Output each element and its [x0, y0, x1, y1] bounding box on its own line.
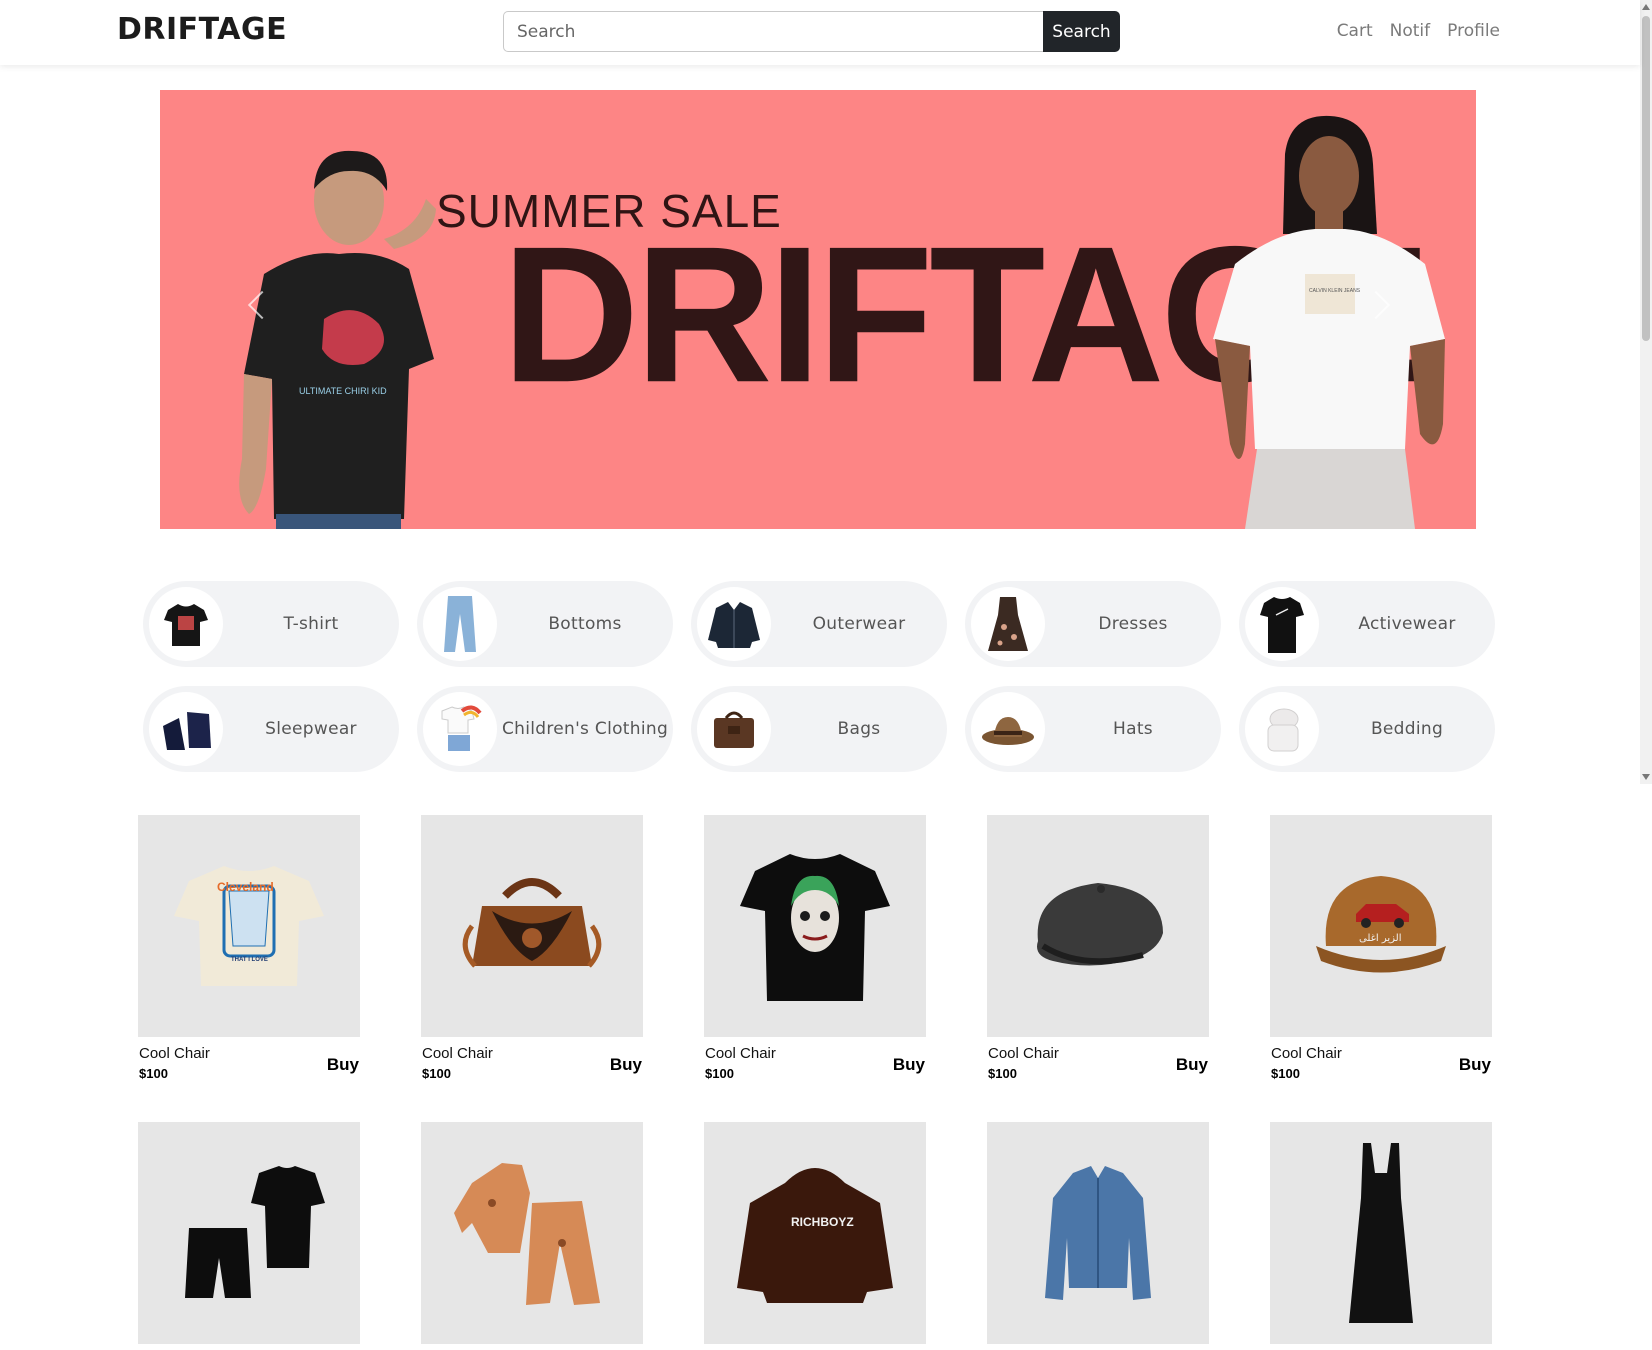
product-info: Cool Chair $100 Buy — [988, 1045, 1208, 1081]
nav-links: Cart Notif Profile — [1337, 21, 1500, 41]
tshirt-brand-text: Cleveland — [217, 880, 274, 894]
category-outerwear[interactable]: Outerwear — [691, 581, 947, 667]
brand-logo[interactable]: DRIFTAGE — [117, 12, 287, 47]
bag-icon — [697, 692, 771, 766]
search-input[interactable] — [503, 11, 1043, 52]
scroll-up-arrow-icon[interactable] — [1642, 4, 1650, 10]
corduroy-cap-image[interactable]: الزير اغلى — [1270, 815, 1492, 1037]
category-label: Hats — [1113, 719, 1153, 739]
category-sleepwear[interactable]: Sleepwear — [143, 686, 399, 772]
search-bar: Search — [503, 11, 1120, 52]
black-dress-image[interactable] — [1270, 1122, 1492, 1344]
product-info: Cool Chair $100 Buy — [1271, 1045, 1491, 1081]
category-label: Sleepwear — [265, 719, 357, 739]
product-card — [421, 1122, 643, 1344]
hat-icon — [971, 692, 1045, 766]
left-shirt-text: ULTIMATE CHIRI KID — [299, 386, 387, 396]
nav-cart-link[interactable]: Cart — [1337, 21, 1373, 41]
search-button[interactable]: Search — [1043, 11, 1120, 52]
sports-set-image[interactable] — [138, 1122, 360, 1344]
nav-notif-link[interactable]: Notif — [1390, 21, 1431, 41]
category-bedding[interactable]: Bedding — [1239, 686, 1495, 772]
nav-profile-link[interactable]: Profile — [1447, 21, 1500, 41]
category-bags[interactable]: Bags — [691, 686, 947, 772]
buy-button[interactable]: Buy — [893, 1055, 925, 1075]
tshirt-icon — [149, 587, 223, 661]
category-tshirt[interactable]: T-shirt — [143, 581, 399, 667]
category-activewear[interactable]: Activewear — [1239, 581, 1495, 667]
page-scrollbar[interactable] — [1640, 0, 1652, 784]
right-shirt-text: CALVIN KLEIN JEANS — [1309, 288, 1361, 294]
category-label: Bedding — [1370, 719, 1444, 739]
flat-cap-image[interactable] — [987, 815, 1209, 1037]
category-grid: T-shirt Bottoms Outerwear Dresses Active… — [143, 581, 1495, 772]
product-info: Cool Chair $100 Buy — [705, 1045, 925, 1081]
product-card: RICHBOYZ — [704, 1122, 926, 1344]
category-label: Dresses — [1098, 614, 1168, 634]
dress-icon — [971, 587, 1045, 661]
product-info: Cool Chair $100 Buy — [139, 1045, 359, 1081]
hero-banner: ULTIMATE CHIRI KID SUMMER SALE DRIFTAGE … — [160, 90, 1476, 529]
category-childrens-clothing[interactable]: Children's Clothing — [417, 686, 673, 772]
product-info: Cool Chair $100 Buy — [422, 1045, 642, 1081]
product-grid: Cleveland THAT I LOVE Cool Chair $100 Buy… — [138, 815, 1492, 1344]
category-label: Outerwear — [812, 614, 906, 634]
product-card — [1270, 1122, 1492, 1344]
category-label: Bottoms — [548, 614, 622, 634]
category-label: Activewear — [1358, 614, 1456, 634]
product-card: Cool Chair $100 Buy — [421, 815, 643, 1081]
product-card — [987, 1122, 1209, 1344]
joker-tshirt-image[interactable] — [704, 815, 926, 1037]
jacket-icon — [697, 587, 771, 661]
category-label: Children's Clothing — [501, 719, 669, 739]
buy-button[interactable]: Buy — [327, 1055, 359, 1075]
buy-button[interactable]: Buy — [1176, 1055, 1208, 1075]
buy-button[interactable]: Buy — [1459, 1055, 1491, 1075]
category-dresses[interactable]: Dresses — [965, 581, 1221, 667]
scroll-thumb[interactable] — [1642, 16, 1650, 341]
cream-tshirt-image[interactable]: Cleveland THAT I LOVE — [138, 815, 360, 1037]
category-bottoms[interactable]: Bottoms — [417, 581, 673, 667]
hoodie-text: RICHBOYZ — [791, 1215, 854, 1229]
product-card: الزير اغلى Cool Chair $100 Buy — [1270, 815, 1492, 1081]
denim-jacket-image[interactable] — [987, 1122, 1209, 1344]
hero-model-woman: CALVIN KLEIN JEANS — [1213, 115, 1445, 529]
product-card: Cleveland THAT I LOVE Cool Chair $100 Buy — [138, 815, 360, 1081]
category-label: Bags — [837, 719, 881, 739]
hero-model-man: ULTIMATE CHIRI KID — [239, 150, 436, 529]
sleepwear-icon — [149, 692, 223, 766]
activewear-icon — [1245, 587, 1319, 661]
handbag-image[interactable] — [421, 815, 643, 1037]
product-card — [138, 1122, 360, 1344]
product-card: Cool Chair $100 Buy — [704, 815, 926, 1081]
category-hats[interactable]: Hats — [965, 686, 1221, 772]
scroll-down-arrow-icon[interactable] — [1642, 774, 1650, 780]
cap-arabic-text: الزير اغلى — [1359, 933, 1401, 944]
pajama-set-image[interactable] — [421, 1122, 643, 1344]
kids-clothing-icon — [423, 692, 497, 766]
navbar: DRIFTAGE Search Cart Notif Profile — [0, 0, 1640, 65]
buy-button[interactable]: Buy — [610, 1055, 642, 1075]
category-label: T-shirt — [283, 614, 339, 634]
jeans-icon — [423, 587, 497, 661]
tshirt-text: THAT I LOVE — [231, 957, 268, 963]
bedding-icon — [1245, 692, 1319, 766]
hoodie-image[interactable]: RICHBOYZ — [704, 1122, 926, 1344]
product-card: Cool Chair $100 Buy — [987, 815, 1209, 1081]
